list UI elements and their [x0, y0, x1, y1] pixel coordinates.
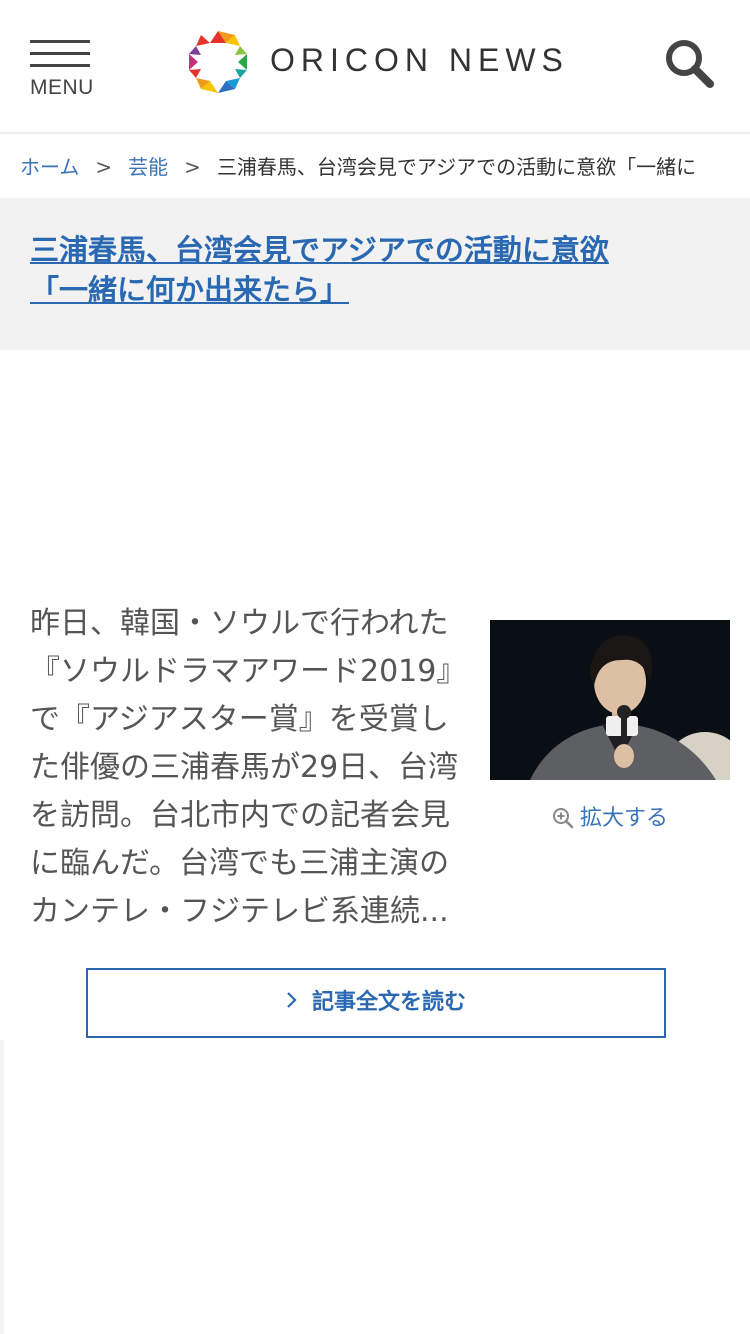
read-full-article-button[interactable]: 記事全文を読む	[86, 968, 666, 1038]
menu-button[interactable]: MENU	[28, 38, 94, 102]
article-title-band: 三浦春馬、台湾会見でアジアでの活動に意欲 「一緒に何か出来たら」	[0, 198, 750, 350]
article-title-line1: 三浦春馬、台湾会見でアジアでの活動に意欲	[30, 233, 609, 267]
breadcrumb-separator: >	[184, 155, 201, 179]
breadcrumb-separator: >	[95, 155, 113, 179]
divider	[0, 1040, 4, 1334]
breadcrumb-current: 三浦春馬、台湾会見でアジアでの活動に意欲「一緒に	[216, 155, 697, 179]
article-body-text: 昨日、韓国・ソウルで行われた『ソウルドラマアワード2019』で『アジアスター賞』…	[30, 606, 459, 929]
article-summary: 拡大する 昨日、韓国・ソウルで行われた『ソウルドラマアワード2019』で『アジア…	[30, 600, 730, 936]
article-photo-image	[490, 620, 730, 780]
site-logo[interactable]: ORICON NEWS	[184, 28, 584, 96]
hamburger-menu-icon-bar	[30, 64, 90, 67]
breadcrumb: ホーム > 芸能 > 三浦春馬、台湾会見でアジアでの活動に意欲「一緒に	[0, 136, 750, 198]
article-photo[interactable]	[490, 620, 730, 780]
search-button[interactable]	[664, 38, 716, 90]
article-title-line2: 「一緒に何か出来たら」	[30, 273, 350, 307]
zoom-in-icon	[552, 808, 574, 829]
oricon-logo-icon	[189, 31, 247, 93]
menu-label: MENU	[30, 76, 94, 99]
article-figure: 拡大する	[490, 620, 730, 834]
article-title-link[interactable]: 三浦春馬、台湾会見でアジアでの活動に意欲 「一緒に何か出来たら」	[30, 230, 720, 310]
chevron-right-icon	[287, 992, 297, 1008]
zoom-label: 拡大する	[579, 806, 668, 831]
breadcrumb-home-link[interactable]: ホーム	[20, 155, 79, 179]
zoom-link[interactable]: 拡大する	[490, 804, 730, 834]
site-header: MENU ORICON NEWS	[0, 0, 750, 134]
page: MENU ORICON NEWS ホーム > 芸能 > 三浦春馬、台湾会見でアジ…	[0, 0, 750, 1334]
hamburger-menu-icon	[30, 40, 90, 43]
read-full-article-label: 記事全文を読む	[311, 990, 466, 1015]
breadcrumb-category-link[interactable]: 芸能	[128, 155, 168, 179]
search-icon	[666, 40, 714, 88]
hamburger-menu-icon-bar	[30, 52, 90, 55]
logo-text: ORICON NEWS	[270, 42, 569, 78]
